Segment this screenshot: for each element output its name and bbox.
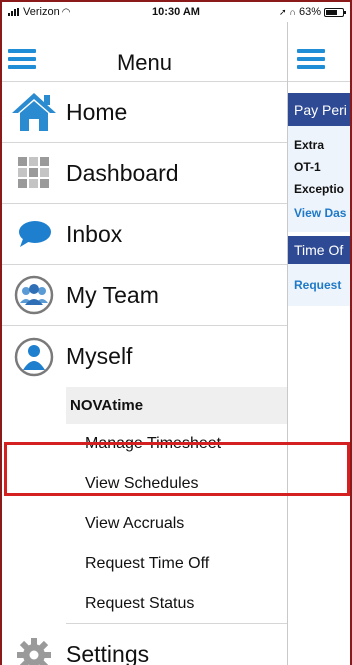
menu-title: Menu <box>116 50 173 75</box>
status-bar: Verizon ◠ 10:30 AM ➚ ∩ 63% <box>2 2 350 22</box>
location-icon: ➚ <box>278 6 287 17</box>
menu-item-label: Myself <box>66 343 133 369</box>
gear-icon <box>10 633 58 665</box>
chat-bubble-icon <box>10 212 58 256</box>
submenu-item-request-time-off[interactable]: Request Time Off <box>66 544 287 584</box>
menu-item-label: My Team <box>66 281 159 308</box>
menu-item-label: Dashboard <box>66 159 179 186</box>
person-icon <box>10 335 58 379</box>
time-off-panel: Request <box>288 264 350 306</box>
menu-item-my-team[interactable]: My Team <box>2 265 287 326</box>
extra-label: Extra <box>294 138 325 152</box>
view-dashboard-link[interactable]: View Das <box>294 200 350 226</box>
menu-item-dashboard[interactable]: Dashboard <box>2 143 287 204</box>
status-right: ➚ ∩ 63% <box>278 6 346 18</box>
menu-item-label: Inbox <box>66 220 123 247</box>
battery-icon <box>324 7 346 17</box>
exception-label: Exceptio <box>294 182 345 196</box>
menu-item-inbox[interactable]: Inbox <box>2 204 287 265</box>
submenu-item-view-accruals[interactable]: View Accruals <box>66 504 287 544</box>
pay-period-header: Pay Peri <box>288 93 350 126</box>
menu-item-myself[interactable]: Myself <box>2 326 287 387</box>
main-content-peek[interactable]: Pay Peri Extra OT-1 Exceptio View Das Ti… <box>287 22 350 665</box>
headphones-icon: ∩ <box>289 7 296 17</box>
submenu-heading: NOVAtime <box>66 387 287 424</box>
highlight-box <box>4 442 350 496</box>
submenu-item-request-status[interactable]: Request Status <box>66 584 287 624</box>
team-icon <box>10 273 58 317</box>
menu-item-home[interactable]: Home <box>2 82 287 143</box>
ot-label: OT-1 <box>294 160 321 174</box>
side-menu: Menu Home Dashboard Inbox My Team Myself… <box>2 22 287 665</box>
hamburger-menu-icon[interactable] <box>297 49 325 69</box>
time-off-header: Time Of <box>288 236 350 264</box>
dashboard-grid-icon <box>10 151 58 195</box>
menu-item-label: Settings <box>66 641 150 665</box>
request-link[interactable]: Request <box>294 272 341 298</box>
menu-header: Menu <box>2 22 287 82</box>
menu-item-settings[interactable]: Settings <box>2 624 287 665</box>
myself-submenu: NOVAtime Manage Timesheet View Schedules… <box>2 387 287 624</box>
battery-percent: 63% <box>298 6 321 18</box>
menu-item-label: Home <box>66 98 128 125</box>
home-icon <box>10 90 58 134</box>
peek-header <box>288 22 350 82</box>
pay-period-panel: Extra OT-1 Exceptio View Das <box>288 126 350 232</box>
